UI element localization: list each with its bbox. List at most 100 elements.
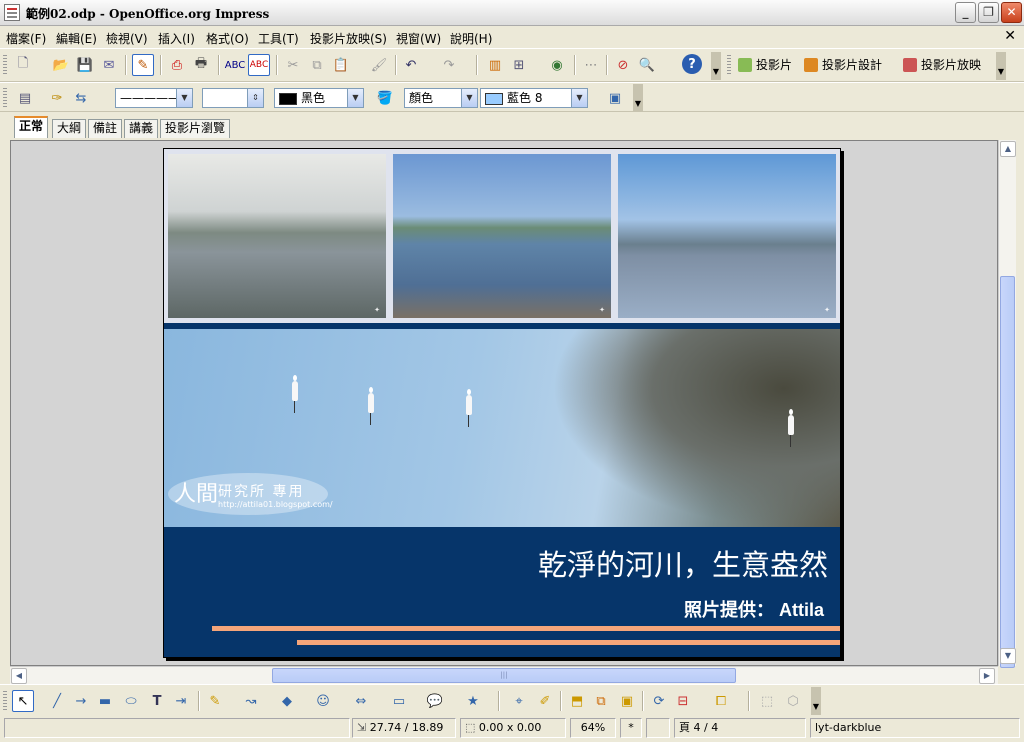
- photo-riverside-walkway[interactable]: ✦: [393, 154, 611, 318]
- tab-slide-sorter[interactable]: 投影片瀏覽: [160, 119, 231, 138]
- photo-river-mountains[interactable]: ✦: [168, 154, 386, 318]
- scroll-down-icon[interactable]: ▼: [1000, 648, 1016, 664]
- email-icon[interactable]: ✉: [98, 54, 120, 76]
- chevron-down-icon[interactable]: ▼: [461, 89, 477, 107]
- export-pdf-icon[interactable]: ⎙: [166, 54, 188, 76]
- flowchart-icon[interactable]: ▭: [388, 690, 410, 712]
- tab-outline[interactable]: 大綱: [52, 119, 87, 138]
- text-icon[interactable]: T: [146, 690, 168, 712]
- arrange-icon[interactable]: ⧠: [710, 690, 732, 712]
- status-zoom[interactable]: 64%: [570, 718, 616, 738]
- clone-format-icon[interactable]: 🖌: [368, 54, 390, 76]
- horizontal-scrollbar[interactable]: ◀ ||| ▶: [10, 666, 998, 684]
- photo-egrets[interactable]: 人間 研究所 專用 http://attila01.blogspot.com/: [164, 329, 840, 527]
- block-arrows-icon[interactable]: ⇔: [350, 690, 372, 712]
- copy-icon[interactable]: ⧉: [306, 54, 328, 76]
- menu-edit[interactable]: 編輯(E): [56, 30, 97, 47]
- connectors-icon[interactable]: ↝: [240, 690, 262, 712]
- close-button[interactable]: ✕: [1001, 2, 1022, 23]
- autospellcheck-icon[interactable]: ABC: [248, 54, 270, 76]
- restore-button[interactable]: ❐: [978, 2, 999, 23]
- impress-app-icon[interactable]: [4, 4, 20, 21]
- spellcheck-icon[interactable]: ABC: [224, 54, 246, 76]
- minimize-button[interactable]: _: [955, 2, 976, 23]
- save-icon[interactable]: 💾: [74, 54, 96, 76]
- menu-view[interactable]: 檢視(V): [106, 30, 148, 47]
- gallery-icon[interactable]: ▣: [616, 690, 638, 712]
- vertical-scroll-thumb[interactable]: [1000, 276, 1015, 668]
- scroll-right-icon[interactable]: ▶: [979, 668, 995, 684]
- slide-design-button[interactable]: 投影片設計: [804, 56, 882, 73]
- from-file-icon[interactable]: ⧉: [590, 690, 612, 712]
- scroll-up-icon[interactable]: ▲: [1000, 141, 1016, 157]
- menu-window[interactable]: 視窗(W): [396, 30, 441, 47]
- select-pointer-icon[interactable]: ↖: [12, 690, 34, 712]
- fontwork-icon[interactable]: ⬒: [566, 690, 588, 712]
- area-fill-icon[interactable]: 🪣: [374, 87, 396, 109]
- undo-icon[interactable]: ↶: [400, 54, 422, 76]
- grid-icon[interactable]: ⋯: [580, 54, 602, 76]
- toolbar-overflow-icon[interactable]: ▼: [811, 687, 821, 715]
- toolbar-grip[interactable]: [3, 54, 7, 76]
- horizontal-scroll-thumb[interactable]: |||: [272, 668, 736, 683]
- shadow-icon[interactable]: ▣: [604, 87, 626, 109]
- line-icon[interactable]: ✑: [46, 87, 68, 109]
- edit-file-icon[interactable]: ✎: [132, 54, 154, 76]
- menu-file[interactable]: 檔案(F): [6, 30, 46, 47]
- slide-button[interactable]: 投影片: [738, 56, 792, 73]
- redo-icon[interactable]: ↷: [438, 54, 460, 76]
- chevron-down-icon[interactable]: ▼: [176, 89, 192, 107]
- basic-shapes-icon[interactable]: ◆: [276, 690, 298, 712]
- line-style-select[interactable]: ——————— ▼: [115, 88, 193, 108]
- stars-icon[interactable]: ★: [462, 690, 484, 712]
- show-draw-functions-icon[interactable]: ⊘: [612, 54, 634, 76]
- toolbar-overflow-icon[interactable]: ▼: [996, 52, 1006, 80]
- table-icon[interactable]: ⊞: [508, 54, 530, 76]
- print-icon[interactable]: 🖶: [190, 54, 212, 76]
- menu-help[interactable]: 說明(H): [450, 30, 492, 47]
- tab-notes[interactable]: 備註: [88, 119, 123, 138]
- toolbar-overflow-icon[interactable]: ▼: [633, 84, 643, 112]
- photo-river-bridge[interactable]: ✦: [618, 154, 836, 318]
- styles-icon[interactable]: ▤: [14, 87, 36, 109]
- new-document-icon[interactable]: 🗋: [12, 54, 34, 76]
- 3d-effects-icon[interactable]: ⬡: [782, 690, 804, 712]
- menu-format[interactable]: 格式(O): [206, 30, 249, 47]
- menu-insert[interactable]: 插入(I): [158, 30, 195, 47]
- area-style-select[interactable]: 顏色 ▼: [404, 88, 478, 108]
- status-layout[interactable]: lyt-darkblue: [810, 718, 1020, 738]
- arrow-style-icon[interactable]: ⇆: [70, 87, 92, 109]
- zoom-icon[interactable]: 🔍: [636, 54, 658, 76]
- help-icon[interactable]: ?: [682, 54, 702, 74]
- toolbar-overflow-icon[interactable]: ▼: [711, 52, 721, 80]
- extrusion-icon[interactable]: ⬚: [756, 690, 778, 712]
- open-folder-icon[interactable]: 📂: [50, 54, 72, 76]
- close-document-icon[interactable]: ✕: [1004, 28, 1016, 44]
- tab-normal[interactable]: 正常: [14, 116, 49, 138]
- curve-icon[interactable]: ✎: [204, 690, 226, 712]
- slideshow-button[interactable]: 投影片放映: [903, 56, 981, 73]
- symbol-shapes-icon[interactable]: ☺: [312, 690, 334, 712]
- scroll-left-icon[interactable]: ◀: [11, 668, 27, 684]
- paste-icon[interactable]: 📋: [330, 54, 352, 76]
- line-tool-icon[interactable]: ╱: [46, 690, 68, 712]
- toolbar-grip[interactable]: [3, 87, 7, 109]
- slide-title[interactable]: 乾淨的河川，生意盎然: [538, 542, 828, 584]
- toolbar-grip[interactable]: [727, 54, 731, 76]
- line-arrow-icon[interactable]: →: [70, 690, 92, 712]
- menu-tools[interactable]: 工具(T): [258, 30, 299, 47]
- callouts-icon[interactable]: 💬: [424, 690, 446, 712]
- glue-points-icon[interactable]: ✐: [534, 690, 556, 712]
- tab-handout[interactable]: 講義: [124, 119, 159, 138]
- chevron-down-icon[interactable]: ▼: [571, 89, 587, 107]
- toolbar-grip[interactable]: [3, 690, 7, 712]
- line-width-field[interactable]: ⇕: [202, 88, 264, 108]
- menu-slideshow[interactable]: 投影片放映(S): [310, 30, 387, 47]
- cut-icon[interactable]: ✂: [282, 54, 304, 76]
- slide-canvas[interactable]: ✦ ✦ ✦ 人間 研究所 專用 http://attila01.blogspot…: [163, 148, 841, 658]
- fill-color-select[interactable]: 藍色 8 ▼: [480, 88, 588, 108]
- slide-credit[interactable]: 照片提供： Attila: [684, 596, 824, 622]
- points-icon[interactable]: ⌖: [508, 690, 530, 712]
- chevron-down-icon[interactable]: ▼: [347, 89, 363, 107]
- rotate-icon[interactable]: ⟳: [648, 690, 670, 712]
